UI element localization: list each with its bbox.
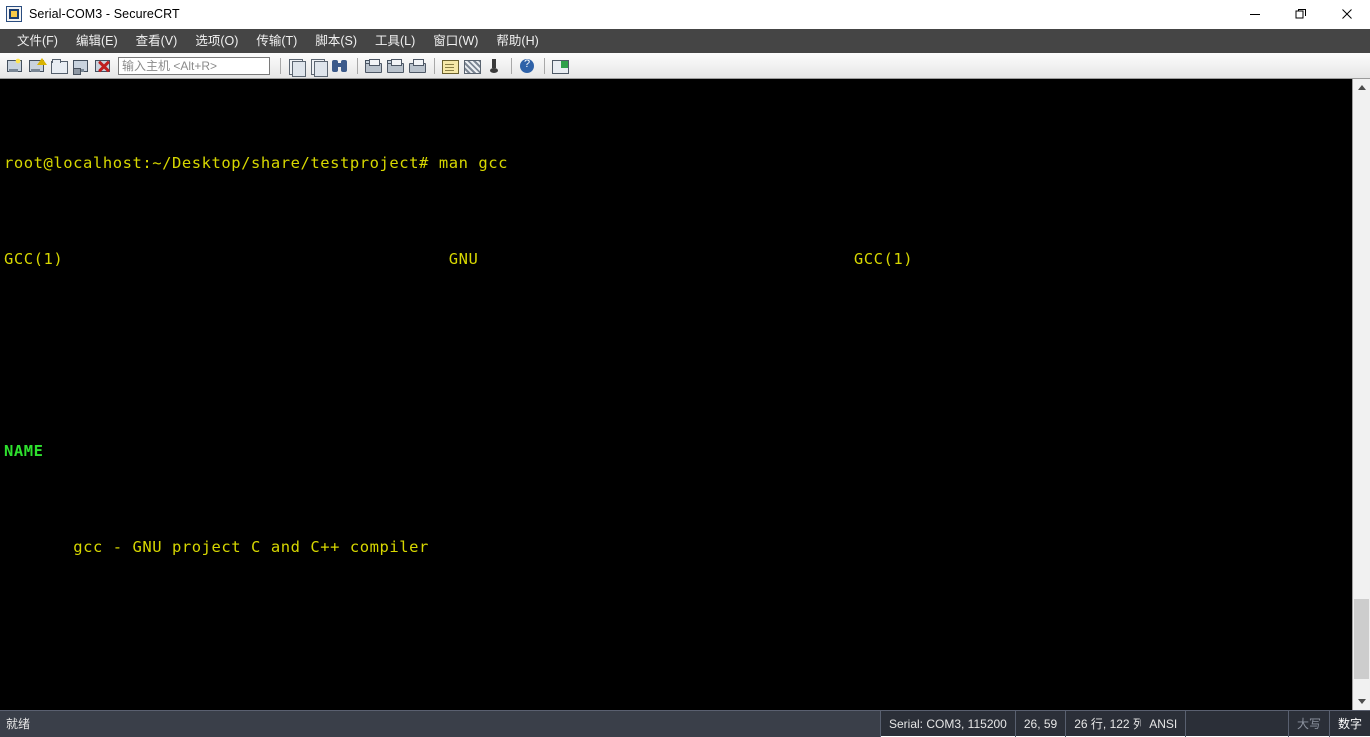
status-size: 26 行, 122 列	[1065, 710, 1141, 737]
toolbar-separator	[511, 57, 512, 74]
arrange-icon[interactable]	[550, 56, 570, 76]
status-num: 数字	[1328, 710, 1370, 737]
scrollbar-thumb[interactable]	[1354, 599, 1369, 679]
menu-item-view[interactable]: 查看(V)	[127, 29, 187, 53]
toolbar-separator	[280, 57, 281, 74]
copy-icon[interactable]	[286, 56, 306, 77]
disconnect-icon[interactable]	[93, 56, 113, 76]
toolbar-separator	[357, 57, 358, 74]
print-icon[interactable]	[407, 56, 427, 76]
restore-icon[interactable]	[1278, 0, 1324, 28]
terminal-vertical-scrollbar[interactable]	[1352, 79, 1370, 710]
terminal-line-man-header: GCC(1) GNU GCC(1)	[4, 247, 1352, 271]
host-input[interactable]: 输入主机 <Alt+R>	[118, 56, 270, 75]
scrollbar-track[interactable]	[1353, 96, 1370, 693]
man-header-right: GCC(1)	[853, 250, 914, 268]
terminal-line-name-heading: NAME	[4, 439, 1352, 463]
close-icon[interactable]	[1324, 0, 1370, 28]
menu-item-help[interactable]: 帮助(H)	[487, 29, 547, 53]
man-header-center: GNU	[448, 250, 479, 268]
title-bar: Serial-COM3 - SecureCRT	[0, 0, 1370, 29]
quick-connect-icon[interactable]	[71, 56, 91, 76]
menu-item-window[interactable]: 窗口(W)	[424, 29, 487, 53]
terminal-line-name-body: gcc - GNU project C and C++ compiler	[4, 535, 1352, 559]
menu-item-options[interactable]: 选项(O)	[186, 29, 247, 53]
status-spacer	[1185, 710, 1288, 737]
status-caps: 大写	[1287, 710, 1329, 737]
menu-item-edit[interactable]: 编辑(E)	[67, 29, 127, 53]
new-session-icon[interactable]	[5, 56, 25, 76]
session-options-icon[interactable]	[440, 56, 460, 76]
status-cursor: 26, 59	[1014, 710, 1065, 737]
toggle-chat-icon[interactable]	[462, 56, 482, 76]
menu-item-script[interactable]: 脚本(S)	[306, 29, 366, 53]
find-icon[interactable]	[330, 56, 350, 76]
menu-bar: 文件(F) 编辑(E) 查看(V) 选项(O) 传输(T) 脚本(S) 工具(L…	[0, 29, 1370, 53]
connect-icon[interactable]	[27, 56, 47, 76]
status-serial: Serial: COM3, 115200	[880, 710, 1015, 737]
log-session-icon[interactable]	[385, 56, 405, 76]
window-controls	[1232, 0, 1370, 28]
prompt-command: man gcc	[428, 154, 508, 172]
print-screen-icon[interactable]	[363, 56, 383, 76]
terminal-line-prompt: root@localhost:~/Desktop/share/testproje…	[4, 151, 1352, 175]
status-ready: 就绪	[0, 710, 880, 737]
prompt-user-host: root@localhost:	[4, 154, 153, 172]
terminal-screen[interactable]: root@localhost:~/Desktop/share/testproje…	[0, 79, 1352, 710]
key-icon[interactable]	[484, 56, 504, 76]
scroll-down-icon[interactable]	[1353, 693, 1370, 710]
menu-item-tools[interactable]: 工具(L)	[366, 29, 424, 53]
securecrt-window: Serial-COM3 - SecureCRT 文件(F) 编辑(E) 查看(V…	[0, 0, 1370, 737]
man-header-left: GCC(1)	[4, 250, 64, 268]
help-icon[interactable]	[517, 56, 537, 76]
connect-in-tab-icon[interactable]	[49, 56, 69, 76]
menu-item-transfer[interactable]: 传输(T)	[247, 29, 306, 53]
prompt-path: ~/Desktop/share/testproject#	[152, 154, 429, 172]
status-bar: 就绪 Serial: COM3, 115200 26, 59 26 行, 122…	[0, 710, 1370, 737]
status-encoding: ANSI	[1149, 716, 1178, 731]
section-heading-name: NAME	[4, 442, 44, 460]
name-body: gcc - GNU project C and C++ compiler	[73, 538, 429, 556]
toolbar: 输入主机 <Alt+R>	[0, 53, 1370, 79]
window-title: Serial-COM3 - SecureCRT	[29, 7, 180, 21]
scroll-up-icon[interactable]	[1353, 79, 1370, 96]
paste-icon[interactable]	[308, 56, 328, 77]
terminal-area: root@localhost:~/Desktop/share/testproje…	[0, 79, 1370, 710]
toolbar-separator	[434, 57, 435, 74]
minimize-icon[interactable]	[1232, 0, 1278, 28]
toolbar-separator	[544, 57, 545, 74]
securecrt-app-icon	[6, 6, 22, 22]
menu-item-file[interactable]: 文件(F)	[8, 29, 67, 53]
